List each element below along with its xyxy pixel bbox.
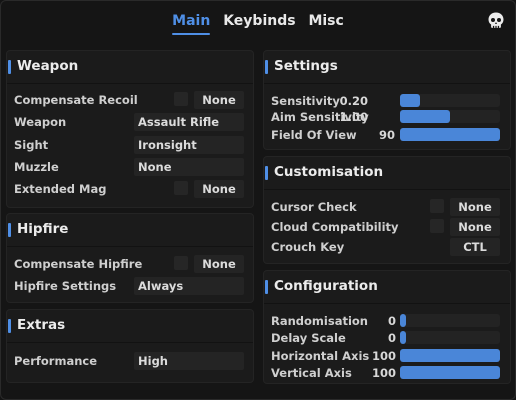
skull-icon[interactable]: [486, 11, 506, 31]
customisation-panel-title: Customisation: [274, 164, 384, 180]
randomisation-value: 0: [387, 314, 396, 328]
tab-keybinds[interactable]: Keybinds: [223, 13, 295, 29]
crouch-key-keybind[interactable]: CTL: [450, 238, 500, 256]
section-accent-bar: [8, 60, 11, 74]
slider-fill: [400, 331, 406, 344]
tab-misc[interactable]: Misc: [308, 13, 343, 29]
weapon-panel-header: Weapon: [7, 51, 253, 84]
section-accent-bar: [265, 60, 268, 74]
extended-mag-checkbox[interactable]: [174, 181, 188, 195]
aim-sensitivity-slider[interactable]: [400, 110, 500, 123]
section-accent-bar: [8, 223, 11, 237]
hipfire-settings-label: Hipfire Settings: [14, 279, 117, 293]
cloud-compat-checkbox[interactable]: [430, 219, 444, 233]
weapon-panel-title: Weapon: [17, 58, 79, 74]
weapon-label: Weapon: [14, 115, 67, 129]
extras-panel-title: Extras: [17, 317, 66, 333]
muzzle-dropdown[interactable]: None: [134, 158, 244, 176]
slider-fill: [400, 314, 406, 327]
extras-panel-header: Extras: [7, 310, 253, 343]
sight-label: Sight: [14, 138, 49, 152]
compensate-recoil-checkbox[interactable]: [174, 92, 188, 106]
tab-bar: Main Keybinds Misc: [0, 13, 516, 35]
fov-value: 90: [378, 128, 395, 142]
cursor-check-checkbox[interactable]: [430, 199, 444, 213]
configuration-panel-header: Configuration: [264, 271, 510, 304]
extended-mag-label: Extended Mag: [14, 182, 107, 196]
horizontal-axis-slider[interactable]: [400, 349, 500, 362]
delay-scale-label: Delay Scale: [271, 331, 346, 345]
hipfire-panel: Hipfire Compensate Hipfire None Hipfire …: [6, 213, 254, 303]
section-accent-bar: [265, 166, 268, 180]
cursor-check-label: Cursor Check: [271, 200, 357, 214]
vertical-axis-slider[interactable]: [400, 366, 500, 379]
vertical-axis-value: 100: [371, 366, 396, 380]
horizontal-axis-value: 100: [371, 349, 396, 363]
sensitivity-label: Sensitivity: [271, 94, 340, 108]
slider-fill: [400, 128, 500, 141]
horizontal-axis-label: Horizontal Axis: [271, 349, 370, 363]
delay-scale-slider[interactable]: [400, 331, 500, 344]
compensate-hipfire-keybind[interactable]: None: [194, 255, 244, 273]
hipfire-settings-dropdown[interactable]: Always: [134, 277, 244, 295]
fov-label: Field Of View: [271, 128, 357, 142]
tab-main[interactable]: Main: [172, 13, 211, 35]
settings-panel-header: Settings: [264, 51, 510, 84]
cloud-compat-keybind[interactable]: None: [450, 218, 500, 236]
compensate-recoil-label: Compensate Recoil: [14, 93, 138, 107]
weapon-panel: Weapon Compensate Recoil None Weapon Ass…: [6, 50, 254, 208]
customisation-panel: Customisation Cursor Check None Cloud Co…: [263, 156, 511, 264]
weapon-dropdown[interactable]: Assault Rifle: [134, 113, 244, 131]
extras-panel: Extras Performance High: [6, 309, 254, 383]
settings-panel-title: Settings: [274, 58, 338, 74]
aim-sensitivity-value: 1.00: [339, 110, 368, 124]
sensitivity-value: 0.20: [339, 94, 368, 108]
sight-dropdown[interactable]: Ironsight: [134, 136, 244, 154]
performance-dropdown[interactable]: High: [134, 352, 244, 370]
slider-fill: [400, 94, 420, 107]
crouch-key-label: Crouch Key: [271, 240, 345, 254]
compensate-hipfire-checkbox[interactable]: [174, 256, 188, 270]
delay-scale-value: 0: [387, 331, 396, 345]
configuration-panel-title: Configuration: [274, 278, 378, 294]
cursor-check-keybind[interactable]: None: [450, 198, 500, 216]
hipfire-panel-title: Hipfire: [17, 221, 69, 237]
compensate-hipfire-label: Compensate Hipfire: [14, 257, 143, 271]
randomisation-slider[interactable]: [400, 314, 500, 327]
configuration-panel: Configuration Randomisation 0 Delay Scal…: [263, 270, 511, 384]
sensitivity-slider[interactable]: [400, 94, 500, 107]
slider-fill: [400, 366, 500, 379]
extended-mag-keybind[interactable]: None: [194, 180, 244, 198]
customisation-panel-header: Customisation: [264, 157, 510, 190]
settings-panel: Settings Sensitivity 0.20 Aim Sensitivit…: [263, 50, 511, 150]
section-accent-bar: [8, 319, 11, 333]
section-accent-bar: [265, 280, 268, 294]
hipfire-panel-header: Hipfire: [7, 214, 253, 247]
compensate-recoil-keybind[interactable]: None: [194, 91, 244, 109]
slider-fill: [400, 349, 500, 362]
muzzle-label: Muzzle: [14, 160, 59, 174]
slider-fill: [400, 110, 450, 123]
fov-slider[interactable]: [400, 128, 500, 141]
randomisation-label: Randomisation: [271, 314, 368, 328]
cloud-compat-label: Cloud Compatibility: [271, 220, 399, 234]
performance-label: Performance: [14, 354, 98, 368]
vertical-axis-label: Vertical Axis: [271, 366, 352, 380]
